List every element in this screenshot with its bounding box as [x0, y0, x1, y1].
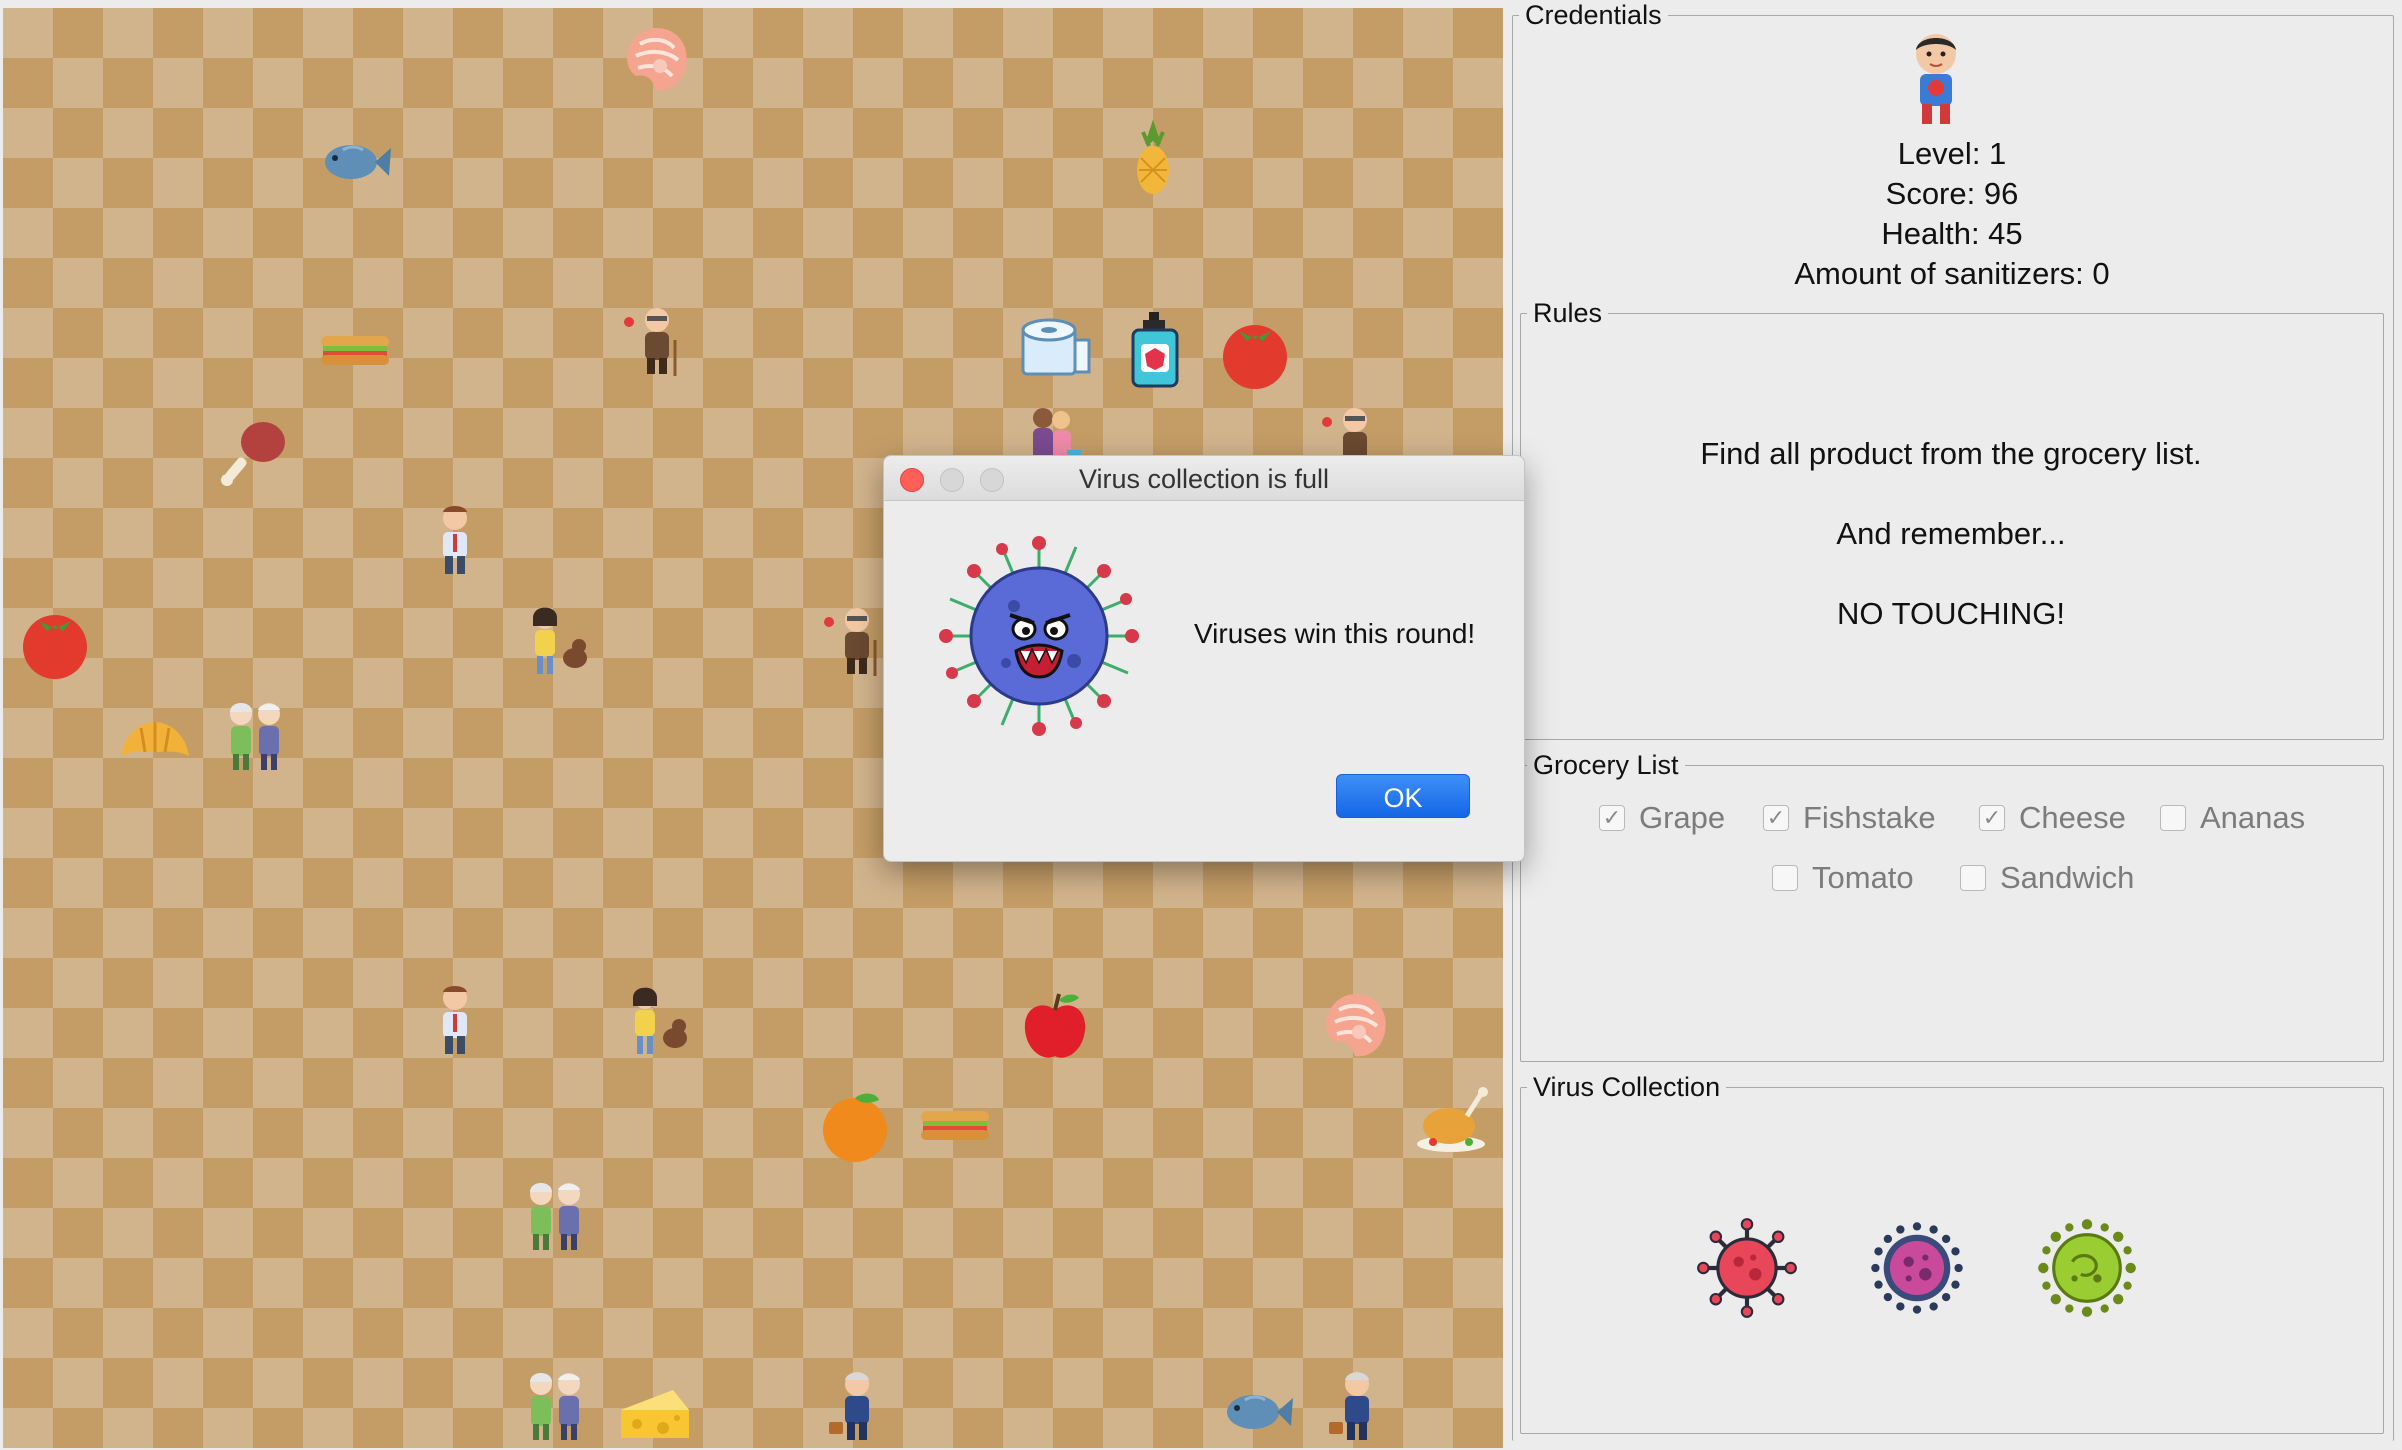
roast-chicken-icon — [1413, 1080, 1493, 1160]
grocery-item-label: Tomato — [1812, 860, 1914, 895]
tomato-icon — [15, 603, 95, 683]
virus-collection-title: Virus Collection — [1533, 1072, 1721, 1102]
rules-line-2: And remember... — [1836, 516, 2066, 551]
purple-virus-icon — [1865, 1216, 1969, 1320]
sanitizers-label: Amount of sanitizers: 0 — [1794, 256, 2110, 291]
businessman-icon — [415, 980, 495, 1060]
checkbox-unchecked-icon[interactable] — [1772, 865, 1798, 891]
grocery-item-label: Sandwich — [2000, 860, 2135, 895]
grocery-item-sandwich[interactable]: Sandwich — [1960, 860, 2134, 896]
virus-collection-full-dialog[interactable]: Virus collection is full Viruses win thi… — [883, 455, 1525, 862]
meat-leg-icon — [215, 410, 295, 490]
health-label: Health: 45 — [1881, 216, 2023, 251]
rules-line-1: Find all product from the grocery list. — [1700, 436, 2202, 471]
fish-icon — [1215, 1370, 1295, 1448]
checkbox-checked-icon[interactable]: ✓ — [1599, 805, 1625, 831]
salmon-steak-icon — [616, 20, 696, 100]
score-label: Score: 96 — [1885, 176, 2019, 211]
fish-icon — [313, 120, 393, 200]
sandwich-icon — [315, 308, 395, 388]
dialog-titlebar[interactable]: Virus collection is full — [884, 456, 1524, 501]
credentials-title: Credentials — [1525, 0, 1662, 30]
toilet-paper-icon — [1015, 310, 1095, 390]
grocery-item-tomato[interactable]: Tomato — [1772, 860, 1914, 896]
sandwich-icon — [915, 1083, 995, 1163]
cheese-icon — [615, 1370, 695, 1448]
green-virus-icon — [2035, 1216, 2139, 1320]
grocery-item-fishstake[interactable]: ✓ Fishstake — [1763, 800, 1936, 836]
pineapple-icon — [1113, 120, 1193, 200]
grocery-item-ananas[interactable]: Ananas — [2160, 800, 2305, 836]
side-panel: Credentials Level: 1 Score: 96 Health: 4… — [1503, 0, 2402, 1450]
hand-sanitizer-icon — [1115, 310, 1195, 390]
grocery-item-cheese[interactable]: ✓ Cheese — [1979, 800, 2126, 836]
rules-line-3: NO TOUCHING! — [1837, 596, 2065, 631]
elderly-couple-icon — [515, 1176, 595, 1256]
ok-button[interactable]: OK — [1336, 774, 1470, 818]
grocery-list-panel: Grocery List — [1520, 750, 2384, 1062]
grocery-item-label: Cheese — [2019, 800, 2126, 835]
grocery-list-title: Grocery List — [1533, 750, 1679, 780]
girl-with-dog-icon — [515, 600, 595, 680]
grocery-item-grape[interactable]: ✓ Grape — [1599, 800, 1725, 836]
salmon-steak-icon — [1315, 986, 1395, 1066]
businessman-icon — [415, 500, 495, 580]
orange-icon — [815, 1086, 895, 1166]
grocery-item-label: Fishstake — [1803, 800, 1936, 835]
grocery-item-label: Grape — [1639, 800, 1726, 835]
red-virus-icon — [1695, 1216, 1799, 1320]
apple-icon — [1015, 986, 1095, 1066]
checkbox-unchecked-icon[interactable] — [2160, 805, 2186, 831]
level-label: Level: 1 — [1897, 136, 2007, 171]
grocery-item-label: Ananas — [2200, 800, 2306, 835]
checkbox-unchecked-icon[interactable] — [1960, 865, 1986, 891]
croissant-icon — [115, 700, 195, 780]
elderly-couple-icon — [215, 696, 295, 776]
girl-with-dog-icon — [615, 980, 695, 1060]
dialog-message: Viruses win this round! — [1194, 618, 1476, 649]
old-man-with-suitcase-icon — [1315, 1366, 1395, 1446]
angry-virus-icon — [934, 531, 1144, 741]
boy-with-mask-avatar-icon — [1896, 28, 1976, 128]
tomato-icon — [1215, 313, 1295, 393]
checkbox-checked-icon[interactable]: ✓ — [1763, 805, 1789, 831]
old-man-with-cane-icon — [615, 300, 695, 380]
old-man-with-suitcase-icon — [815, 1366, 895, 1446]
checkbox-checked-icon[interactable]: ✓ — [1979, 805, 2005, 831]
rules-title: Rules — [1533, 298, 1603, 328]
dialog-title: Virus collection is full — [1078, 464, 1330, 494]
elderly-couple-icon — [515, 1366, 595, 1446]
